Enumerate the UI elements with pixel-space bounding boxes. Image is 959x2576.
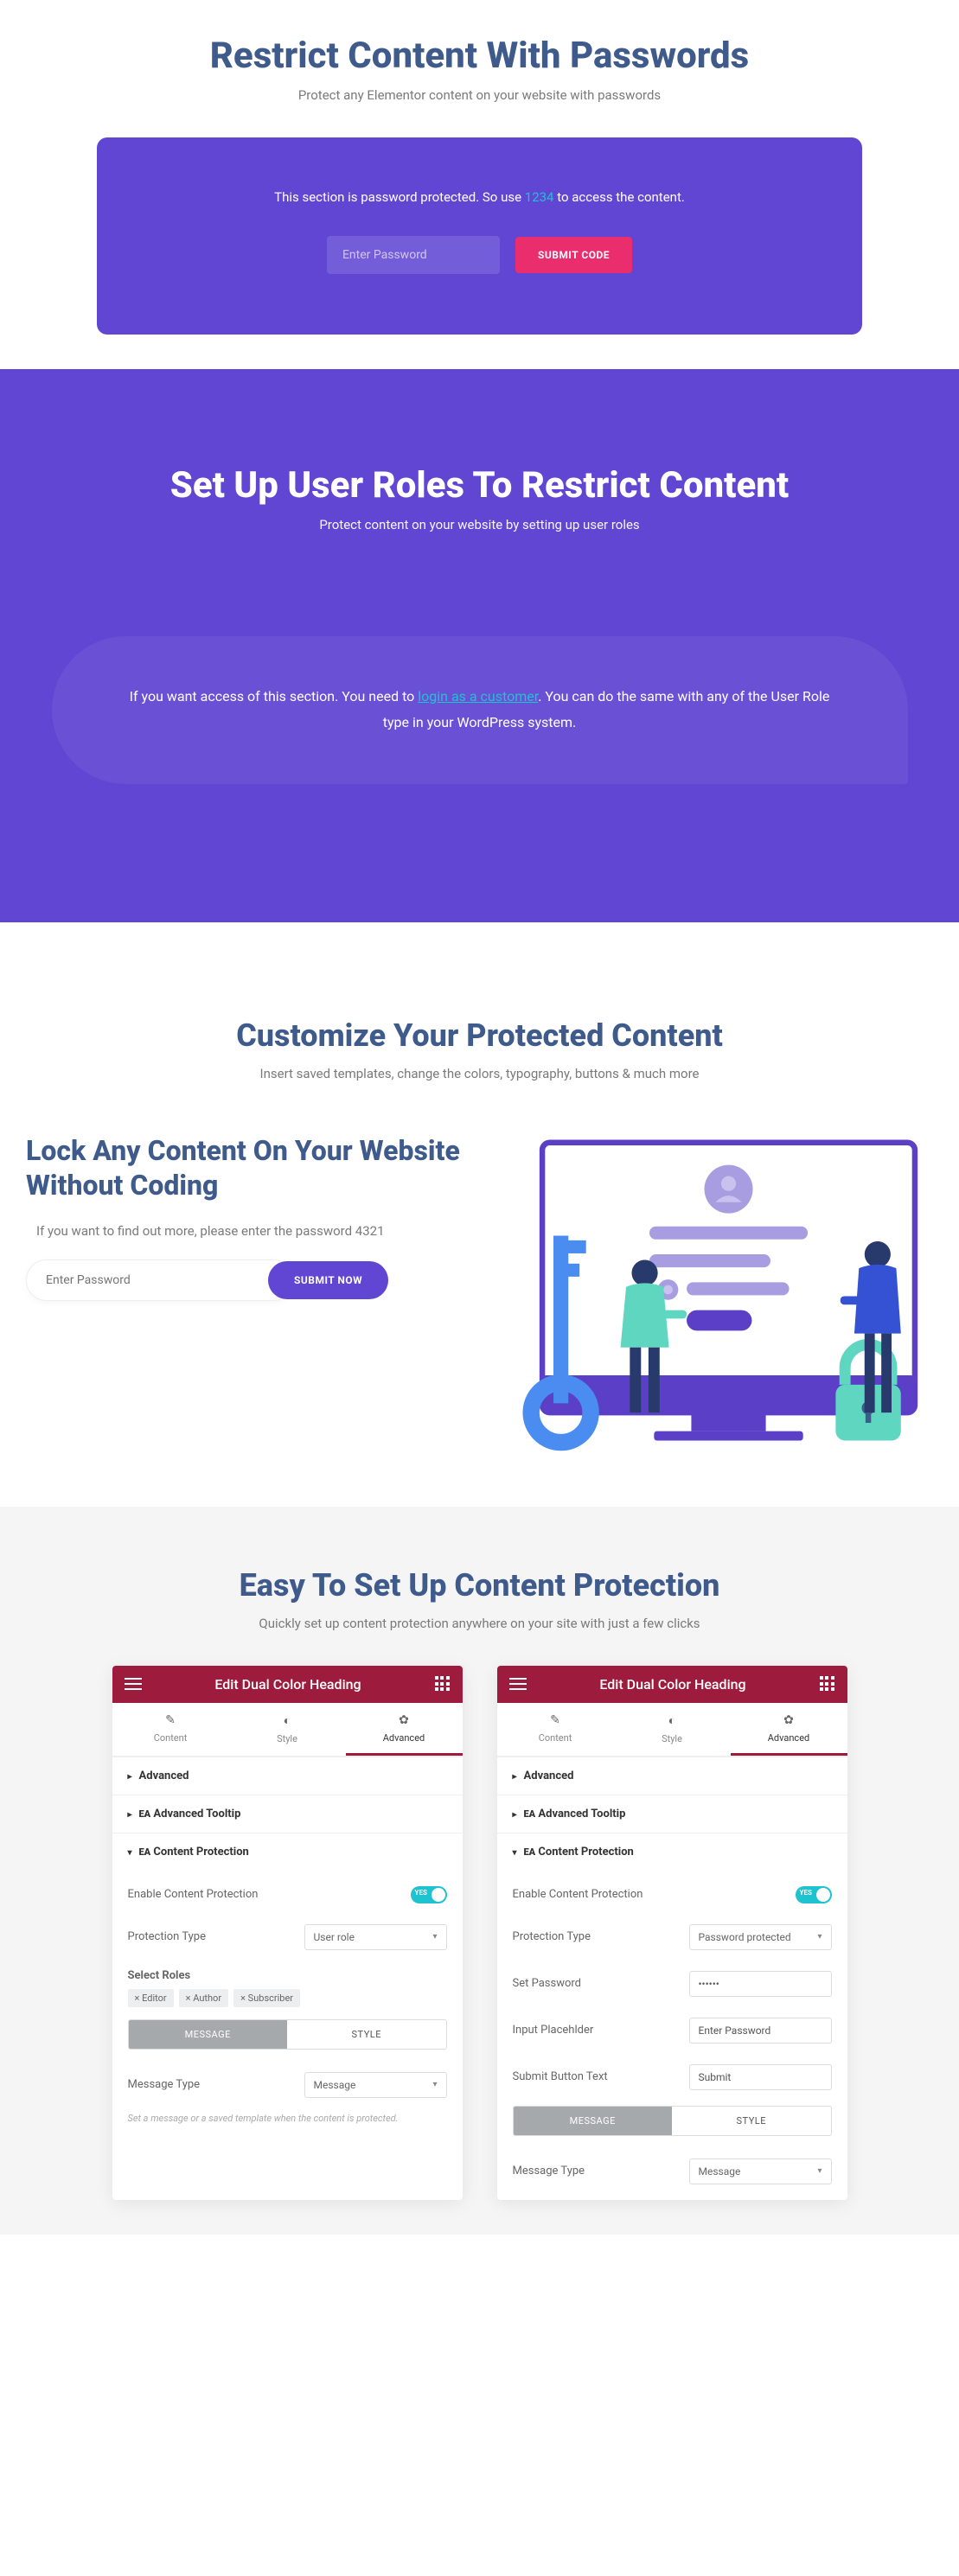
contrast-icon: ◐ bbox=[614, 1713, 731, 1728]
msgtype-select[interactable]: Message▾ bbox=[689, 2158, 832, 2184]
contrast-icon: ◐ bbox=[229, 1713, 346, 1728]
hint-text: Set a message or a saved template when t… bbox=[128, 2112, 447, 2126]
seg-message[interactable]: MESSAGE bbox=[514, 2107, 673, 2135]
panel-body: Enable Content Protection YES Protection… bbox=[112, 1871, 463, 2142]
type-select[interactable]: User role▾ bbox=[304, 1924, 447, 1950]
tab-style[interactable]: ◐Style bbox=[229, 1703, 346, 1756]
gear-icon: ✿ bbox=[346, 1713, 463, 1727]
panel-body: Enable Content Protection YES Protection… bbox=[497, 1871, 847, 2200]
login-link[interactable]: login as a customer bbox=[418, 688, 538, 705]
submit-text-input[interactable]: Submit bbox=[689, 2064, 832, 2090]
apps-icon[interactable] bbox=[820, 1676, 835, 1692]
panel-title: Edit Dual Color Heading bbox=[599, 1676, 745, 1693]
accordion-protection[interactable]: ▾EA Content Protection bbox=[497, 1833, 847, 1871]
chip-author[interactable]: × Author bbox=[179, 1989, 228, 2007]
password-form: SUBMIT CODE bbox=[327, 236, 632, 274]
lock-illustration bbox=[505, 1133, 933, 1469]
pencil-icon: ✎ bbox=[112, 1713, 229, 1727]
role-chips: × Editor × Author × Subscriber bbox=[128, 1989, 447, 2007]
password-form: SUBMIT NOW bbox=[26, 1259, 462, 1301]
chip-subscriber[interactable]: × Subscriber bbox=[233, 1989, 300, 2007]
field-placeholder: Input Placehlder Enter Password bbox=[513, 2007, 832, 2054]
field-msgtype: Message Type Message▾ bbox=[128, 2062, 447, 2108]
segment-control: MESSAGE STYLE bbox=[513, 2106, 832, 2136]
subtitle: Protect content on your website by setti… bbox=[17, 517, 942, 532]
subtitle: Protect any Elementor content on your we… bbox=[17, 87, 942, 103]
panel-header: Edit Dual Color Heading bbox=[112, 1666, 463, 1703]
editor-panel-password: Edit Dual Color Heading ✎Content ◐Style … bbox=[497, 1666, 847, 2200]
tab-content[interactable]: ✎Content bbox=[497, 1703, 614, 1756]
heading: Customize Your Protected Content bbox=[17, 1017, 942, 1054]
section-customize: Customize Your Protected Content Insert … bbox=[0, 922, 959, 1507]
chevron-down-icon: ▾ bbox=[432, 2080, 437, 2089]
submit-code-button[interactable]: SUBMIT CODE bbox=[515, 237, 632, 273]
seg-style[interactable]: STYLE bbox=[287, 2020, 446, 2049]
panel-tabs: ✎Content ◐Style ✿Advanced bbox=[497, 1703, 847, 1757]
tab-advanced[interactable]: ✿Advanced bbox=[731, 1703, 847, 1756]
hamburger-icon[interactable] bbox=[509, 1678, 527, 1690]
accordion-advanced[interactable]: ▸Advanced bbox=[497, 1757, 847, 1795]
seg-message[interactable]: MESSAGE bbox=[129, 2020, 288, 2049]
chevron-down-icon: ▾ bbox=[432, 1932, 437, 1942]
field-msgtype: Message Type Message▾ bbox=[513, 2148, 832, 2184]
roles-label: Select Roles bbox=[128, 1961, 447, 1989]
role-message-card: If you want access of this section. You … bbox=[52, 636, 908, 784]
enable-toggle[interactable]: YES bbox=[411, 1886, 447, 1903]
chip-editor[interactable]: × Editor bbox=[128, 1989, 174, 2007]
editor-panel-role: Edit Dual Color Heading ✎Content ◐Style … bbox=[112, 1666, 463, 2200]
segment-control: MESSAGE STYLE bbox=[128, 2019, 447, 2050]
subheading: Lock Any Content On Your Website Without… bbox=[26, 1133, 462, 1202]
split-left: Lock Any Content On Your Website Without… bbox=[26, 1133, 462, 1301]
section-passwords: Restrict Content With Passwords Protect … bbox=[0, 0, 959, 369]
accordion-protection[interactable]: ▾EA Content Protection bbox=[112, 1833, 463, 1871]
hamburger-icon[interactable] bbox=[125, 1678, 142, 1690]
password-input[interactable] bbox=[26, 1259, 294, 1301]
password-code: 1234 bbox=[525, 189, 554, 205]
chevron-down-icon: ▾ bbox=[817, 2166, 822, 2176]
pencil-icon: ✎ bbox=[497, 1713, 614, 1727]
description: If you want to find out more, please ent… bbox=[26, 1223, 462, 1239]
msgtype-select[interactable]: Message▾ bbox=[304, 2072, 447, 2098]
apps-icon[interactable] bbox=[435, 1676, 451, 1692]
field-type: Protection Type User role▾ bbox=[128, 1914, 447, 1961]
heading: Set Up User Roles To Restrict Content bbox=[17, 464, 942, 507]
field-submit-text: Submit Button Text Submit bbox=[513, 2054, 832, 2101]
panels-row: Edit Dual Color Heading ✎Content ◐Style … bbox=[17, 1666, 942, 2200]
field-enable: Enable Content Protection YES bbox=[513, 1876, 832, 1914]
field-type: Protection Type Password protected▾ bbox=[513, 1914, 832, 1961]
placeholder-input[interactable]: Enter Password bbox=[689, 2018, 832, 2044]
panel-title: Edit Dual Color Heading bbox=[214, 1676, 361, 1693]
subtitle: Quickly set up content protection anywhe… bbox=[17, 1616, 942, 1631]
gear-icon: ✿ bbox=[731, 1713, 847, 1727]
seg-style[interactable]: STYLE bbox=[672, 2107, 831, 2135]
split-layout: Lock Any Content On Your Website Without… bbox=[17, 1133, 942, 1472]
panel-header: Edit Dual Color Heading bbox=[497, 1666, 847, 1703]
heading: Easy To Set Up Content Protection bbox=[17, 1567, 942, 1604]
section-user-roles: Set Up User Roles To Restrict Content Pr… bbox=[0, 369, 959, 922]
enable-toggle[interactable]: YES bbox=[796, 1886, 832, 1903]
panel-tabs: ✎Content ◐Style ✿Advanced bbox=[112, 1703, 463, 1757]
section-easy-setup: Easy To Set Up Content Protection Quickl… bbox=[0, 1507, 959, 2235]
field-enable: Enable Content Protection YES bbox=[128, 1876, 447, 1914]
setpw-input[interactable]: •••••• bbox=[689, 1971, 832, 1997]
password-input[interactable] bbox=[327, 236, 500, 274]
type-select[interactable]: Password protected▾ bbox=[689, 1924, 832, 1950]
subtitle: Insert saved templates, change the color… bbox=[17, 1066, 942, 1081]
tab-advanced[interactable]: ✿Advanced bbox=[346, 1703, 463, 1756]
chevron-down-icon: ▾ bbox=[817, 1932, 822, 1942]
tab-style[interactable]: ◐Style bbox=[614, 1703, 731, 1756]
accordion-advanced[interactable]: ▸Advanced bbox=[112, 1757, 463, 1795]
heading: Restrict Content With Passwords bbox=[17, 35, 942, 77]
submit-now-button[interactable]: SUBMIT NOW bbox=[268, 1261, 388, 1299]
accordion-tooltip[interactable]: ▸EA Advanced Tooltip bbox=[112, 1795, 463, 1833]
field-setpw: Set Password •••••• bbox=[513, 1961, 832, 2007]
password-card: This section is password protected. So u… bbox=[97, 137, 862, 335]
tab-content[interactable]: ✎Content bbox=[112, 1703, 229, 1756]
accordion-tooltip[interactable]: ▸EA Advanced Tooltip bbox=[497, 1795, 847, 1833]
password-message: This section is password protected. So u… bbox=[123, 189, 836, 205]
illustration bbox=[505, 1133, 933, 1472]
